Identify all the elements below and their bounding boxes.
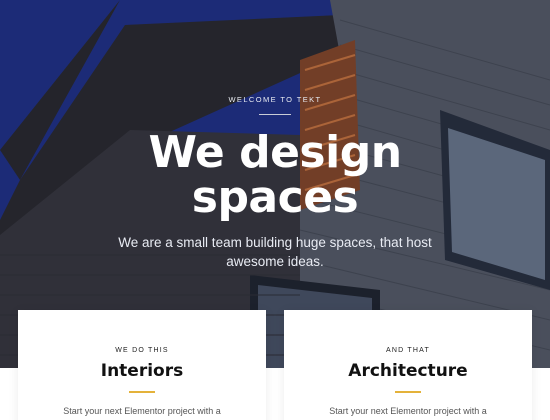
hero-subtitle: We are a small team building huge spaces… <box>118 235 432 269</box>
card-accent-line <box>129 391 155 393</box>
hero-divider <box>259 114 291 115</box>
card-accent-line <box>395 391 421 393</box>
headline-line-1: We design <box>148 127 402 178</box>
service-card-interiors: WE DO THIS Interiors Start your next Ele… <box>18 310 266 420</box>
hero-headline: We design spaces <box>0 130 550 220</box>
card-title: Interiors <box>100 361 184 381</box>
headline-line-2: spaces <box>191 172 359 223</box>
card-label: WE DO THIS <box>115 347 169 354</box>
hero-eyebrow: WELCOME TO TEKT <box>228 95 322 104</box>
card-label: AND THAT <box>386 347 430 354</box>
card-text: Start your next Elementor project with a <box>329 406 487 416</box>
card-title: Architecture <box>348 361 468 381</box>
service-card-architecture: AND THAT Architecture Start your next El… <box>284 310 532 420</box>
card-text: Start your next Elementor project with a <box>63 406 221 416</box>
